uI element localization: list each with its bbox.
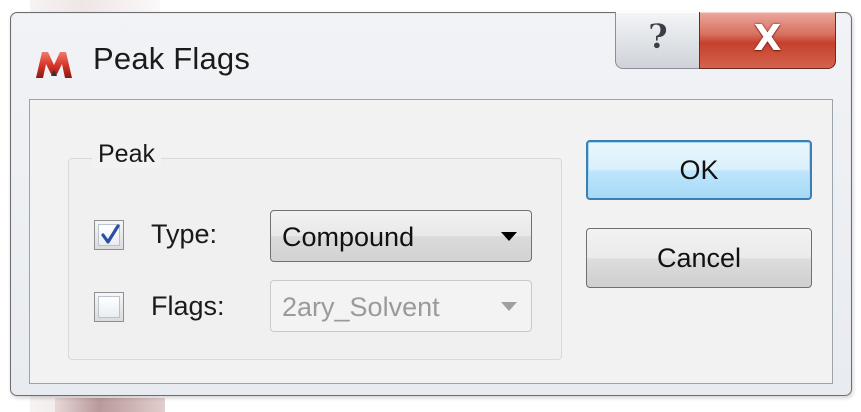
flags-checkbox[interactable] xyxy=(94,292,124,322)
type-label: Type: xyxy=(151,219,218,249)
window-title: Peak Flags xyxy=(93,41,251,76)
help-button[interactable]: ? xyxy=(615,12,701,69)
dialog-window: Peak Flags ? X Peak Type: Compound Flags… xyxy=(10,12,852,396)
chevron-down-icon xyxy=(501,302,517,311)
close-button[interactable]: X xyxy=(699,12,836,69)
type-dropdown-value: Compound xyxy=(282,222,415,252)
background-strip-bottom xyxy=(55,398,165,412)
flags-dropdown-value: 2ary_Solvent xyxy=(282,292,440,322)
close-icon: X xyxy=(753,18,782,59)
help-icon: ? xyxy=(648,17,668,58)
app-logo-icon xyxy=(35,49,73,79)
flags-dropdown[interactable]: 2ary_Solvent xyxy=(270,280,532,332)
type-dropdown[interactable]: Compound xyxy=(270,210,532,262)
chevron-down-icon xyxy=(501,232,517,241)
ok-button[interactable]: OK xyxy=(586,140,812,200)
dialog-body: Peak Type: Compound Flags: 2ary_Solvent … xyxy=(29,99,833,384)
checkmark-icon xyxy=(101,224,120,244)
cancel-button[interactable]: Cancel xyxy=(586,228,812,288)
type-checkbox[interactable] xyxy=(94,220,124,250)
flags-label: Flags: xyxy=(151,291,225,321)
title-bar[interactable]: Peak Flags ? X xyxy=(11,12,851,99)
peak-group-label: Peak xyxy=(92,140,161,169)
